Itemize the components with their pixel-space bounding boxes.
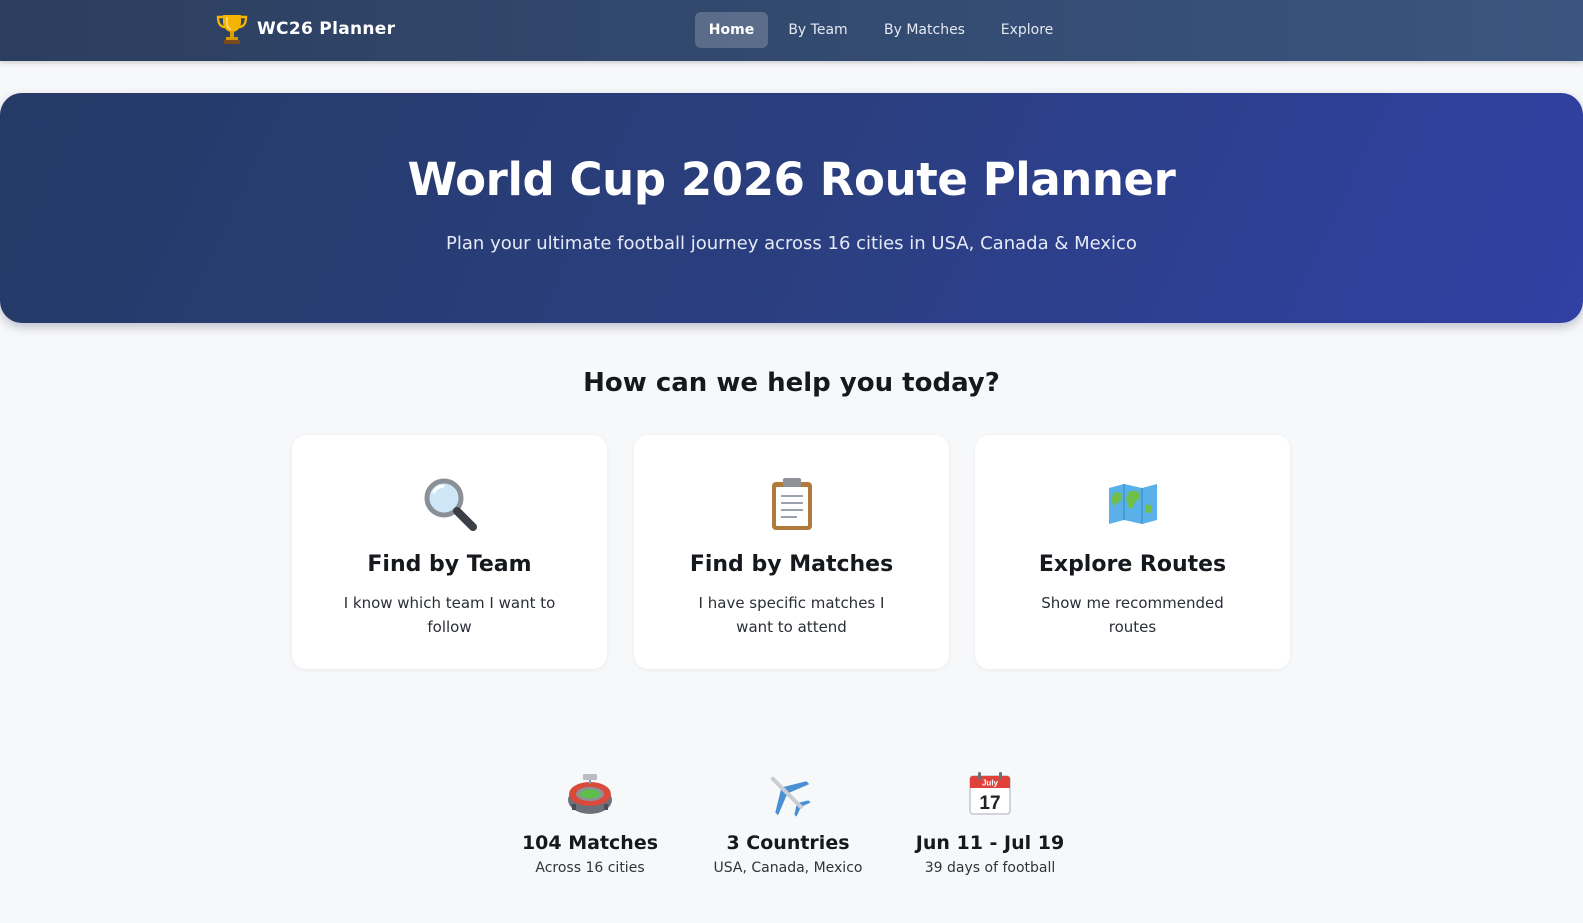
find-by-team-card[interactable]: Find by Team I know which team I want to… [292,435,607,669]
card-title: Find by Matches [689,552,894,577]
card-title: Find by Team [367,552,532,577]
main-nav: Home By Team By Matches Explore [0,0,1583,61]
hero-banner: World Cup 2026 Route Planner Plan your u… [0,93,1583,323]
hero-title: World Cup 2026 Route Planner [407,153,1176,206]
find-by-matches-card[interactable]: Find by Matches I have specific matches … [634,435,949,669]
nav-by-team-link[interactable]: By Team [775,12,861,48]
stat-value: 3 Countries [726,832,850,854]
stat-value: Jun 11 - Jul 19 [915,832,1065,854]
calendar-month-text: July [982,779,999,788]
hero-subtitle: Plan your ultimate football journey acro… [446,233,1137,254]
nav-by-matches-link[interactable]: By Matches [869,12,980,48]
stat-label: USA, Canada, Mexico [713,860,863,876]
card-description: I know which team I want to follow [343,594,556,636]
stat-label: Across 16 cities [535,860,645,876]
magnifier-icon [424,478,477,531]
card-description: Show me recommended routes [1041,594,1224,636]
stat-matches: 104 Matches Across 16 cities [490,770,690,876]
airplane-icon [770,776,811,817]
help-section-title: How can we help you today? [583,368,1000,398]
top-navbar: WC26 Planner Home By Team By Matches Exp… [0,0,1583,61]
calendar-day-text: 17 [979,793,1000,814]
card-title: Explore Routes [1038,552,1227,577]
card-description: I have specific matches I want to attend [698,594,885,636]
explore-routes-card[interactable]: Explore Routes Show me recommended route… [975,435,1290,669]
calendar-icon: July 17 [969,772,1011,815]
stat-value: 104 Matches [521,832,659,854]
nav-home-link[interactable]: Home [695,12,768,48]
stat-dates: July 17 Jun 11 - Jul 19 39 days of footb… [890,770,1090,876]
stadium-icon [568,774,612,814]
nav-explore-link[interactable]: Explore [988,12,1066,48]
clipboard-icon [771,478,812,530]
stat-label: 39 days of football [924,860,1056,876]
world-map-icon [1108,484,1157,524]
stat-countries: 3 Countries USA, Canada, Mexico [688,770,888,876]
